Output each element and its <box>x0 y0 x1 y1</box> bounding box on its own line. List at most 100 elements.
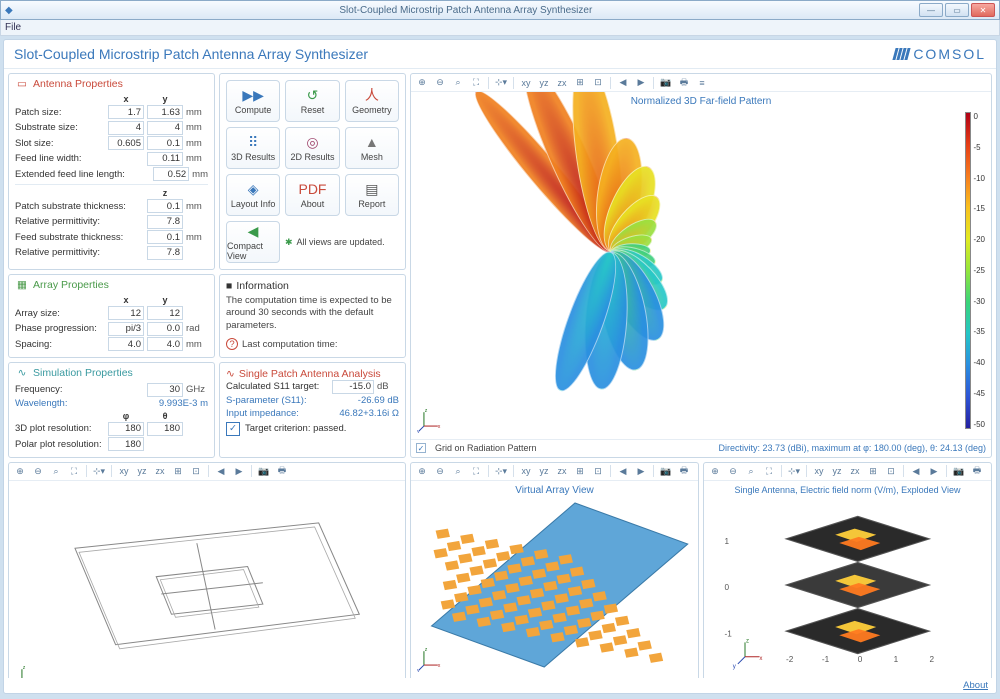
toolbar-btn[interactable]: ⊹▾ <box>91 464 107 478</box>
toolbar-btn[interactable]: ⊕ <box>707 464 723 478</box>
toolbar-btn[interactable]: ⌕ <box>743 464 759 478</box>
ant-z-0-input[interactable] <box>147 199 183 213</box>
frequency-input[interactable] <box>147 383 183 397</box>
menu-file[interactable]: File <box>5 22 21 33</box>
toolbar-btn[interactable]: ⊡ <box>590 76 606 90</box>
arr-1-y-input[interactable] <box>147 322 183 336</box>
toolbar-btn[interactable]: zx <box>847 464 863 478</box>
toolbar-btn[interactable]: 🖶 <box>274 464 290 478</box>
toolbar-btn[interactable]: ⌕ <box>450 464 466 478</box>
toolbar-btn[interactable]: ⊕ <box>414 464 430 478</box>
minimize-button[interactable]: — <box>919 3 943 17</box>
toolbar-btn[interactable]: xy <box>811 464 827 478</box>
toolbar-btn[interactable]: yz <box>536 76 552 90</box>
toolbar-btn[interactable]: ⊖ <box>725 464 741 478</box>
arr-2-x-input[interactable] <box>108 337 144 351</box>
ant-0-y-input[interactable] <box>147 105 183 119</box>
report-button[interactable]: ▤Report <box>345 174 399 216</box>
toolbar-btn[interactable]: xy <box>518 76 534 90</box>
2d-results-button[interactable]: ◎2D Results <box>285 127 339 169</box>
toolbar-btn[interactable]: 🖶 <box>676 464 692 478</box>
array-canvas[interactable]: Virtual Array View zxy <box>411 481 698 679</box>
ant-3-y-input[interactable] <box>147 152 183 166</box>
toolbar-btn[interactable]: ⊖ <box>432 76 448 90</box>
toolbar-btn[interactable]: 📷 <box>256 464 272 478</box>
plot3d-phi-input[interactable] <box>108 422 144 436</box>
geometry-canvas[interactable]: zxy <box>9 481 405 679</box>
compute-button[interactable]: ▶▶Compute <box>226 80 280 122</box>
toolbar-btn[interactable]: ⌕ <box>48 464 64 478</box>
toolbar-btn[interactable]: ⊞ <box>865 464 881 478</box>
toolbar-btn[interactable]: ⊞ <box>170 464 186 478</box>
grid-checkbox[interactable]: ✓ <box>416 443 426 453</box>
toolbar-btn[interactable]: ⊖ <box>30 464 46 478</box>
toolbar-btn[interactable]: ⛶ <box>66 464 82 478</box>
toolbar-btn[interactable]: ◀ <box>615 464 631 478</box>
toolbar-btn[interactable]: 📷 <box>658 464 674 478</box>
toolbar-btn[interactable]: 📷 <box>951 464 967 478</box>
toolbar-btn[interactable]: ▶ <box>231 464 247 478</box>
toolbar-btn[interactable]: ◀ <box>615 76 631 90</box>
toolbar-btn[interactable]: ▶ <box>926 464 942 478</box>
3d-results-button[interactable]: ⠿3D Results <box>226 127 280 169</box>
toolbar-btn[interactable]: xy <box>518 464 534 478</box>
ant-z-1-input[interactable] <box>147 215 183 229</box>
farfield-canvas[interactable]: Normalized 3D Far-field Pattern 0-5-10-1… <box>411 92 991 439</box>
s11-target-input[interactable] <box>332 380 374 394</box>
arr-1-x-input[interactable] <box>108 322 144 336</box>
plot3d-theta-input[interactable] <box>147 422 183 436</box>
toolbar-btn[interactable]: ⛶ <box>468 76 484 90</box>
ant-4-y-input[interactable] <box>153 167 189 181</box>
toolbar-btn[interactable]: zx <box>554 464 570 478</box>
toolbar-btn[interactable]: ⛶ <box>468 464 484 478</box>
toolbar-btn[interactable]: ⌕ <box>450 76 466 90</box>
arr-0-x-input[interactable] <box>108 306 144 320</box>
toolbar-btn[interactable]: ⊕ <box>12 464 28 478</box>
toolbar-btn[interactable]: ⛶ <box>761 464 777 478</box>
toolbar-btn[interactable]: ⊕ <box>414 76 430 90</box>
about-button[interactable]: PDFAbout <box>285 174 339 216</box>
compact-view-button[interactable]: ◀ Compact View <box>226 221 280 263</box>
toolbar-btn[interactable]: zx <box>152 464 168 478</box>
toolbar-btn[interactable]: yz <box>536 464 552 478</box>
ant-2-x-input[interactable] <box>108 136 144 150</box>
close-button[interactable]: ✕ <box>971 3 995 17</box>
ant-z-3-input[interactable] <box>147 246 183 260</box>
about-link[interactable]: About <box>963 680 988 691</box>
ant-2-y-input[interactable] <box>147 136 183 150</box>
toolbar-btn[interactable]: ▶ <box>633 76 649 90</box>
polar-res-input[interactable] <box>108 437 144 451</box>
maximize-button[interactable]: ▭ <box>945 3 969 17</box>
arr-2-y-input[interactable] <box>147 337 183 351</box>
toolbar-btn[interactable]: ⊡ <box>883 464 899 478</box>
ant-z-2-input[interactable] <box>147 230 183 244</box>
single-antenna-canvas[interactable]: Single Antenna, Electric field norm (V/m… <box>704 481 991 679</box>
toolbar-btn[interactable]: yz <box>134 464 150 478</box>
toolbar-btn[interactable]: 📷 <box>658 76 674 90</box>
toolbar-btn[interactable]: ⊹▾ <box>493 464 509 478</box>
toolbar-btn[interactable]: ▶ <box>633 464 649 478</box>
layout-info-button[interactable]: ◈Layout Info <box>226 174 280 216</box>
geometry-button[interactable]: 人Geometry <box>345 80 399 122</box>
toolbar-btn[interactable]: ◀ <box>213 464 229 478</box>
toolbar-btn[interactable]: zx <box>554 76 570 90</box>
mesh-button[interactable]: ▲Mesh <box>345 127 399 169</box>
toolbar-btn[interactable]: ◀ <box>908 464 924 478</box>
toolbar-btn[interactable]: xy <box>116 464 132 478</box>
ant-1-y-input[interactable] <box>147 121 183 135</box>
toolbar-btn[interactable]: ≡ <box>694 76 710 90</box>
toolbar-btn[interactable]: ⊡ <box>188 464 204 478</box>
toolbar-btn[interactable]: ⊞ <box>572 464 588 478</box>
arr-0-y-input[interactable] <box>147 306 183 320</box>
toolbar-btn[interactable]: ⊡ <box>590 464 606 478</box>
reset-button[interactable]: ↺Reset <box>285 80 339 122</box>
toolbar-btn[interactable]: ⊞ <box>572 76 588 90</box>
toolbar-btn[interactable]: 🖶 <box>676 76 692 90</box>
ant-0-x-input[interactable] <box>108 105 144 119</box>
ant-1-x-input[interactable] <box>108 121 144 135</box>
toolbar-btn[interactable]: yz <box>829 464 845 478</box>
toolbar-btn[interactable]: ⊹▾ <box>493 76 509 90</box>
toolbar-btn[interactable]: ⊖ <box>432 464 448 478</box>
toolbar-btn[interactable]: 🖶 <box>969 464 985 478</box>
toolbar-btn[interactable]: ⊹▾ <box>786 464 802 478</box>
